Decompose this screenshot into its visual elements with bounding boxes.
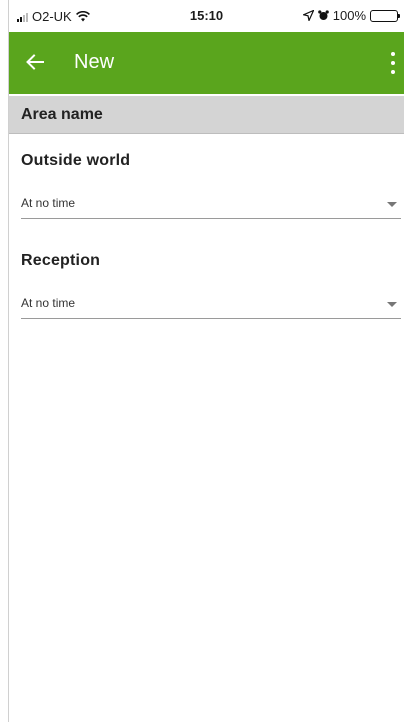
section-header: Area name [9,96,404,134]
battery-percent: 100% [332,8,366,23]
dropdown-value: At no time [21,196,76,210]
app-bar: New [9,32,404,94]
battery-icon [370,9,400,22]
area-time-dropdown[interactable]: At no time [21,192,401,219]
area-title: Reception [21,252,101,269]
caret-down-icon [387,302,397,307]
section-header-label: Area name [21,106,103,123]
page-title: New [74,51,115,73]
dropdown-value: At no time [21,296,76,310]
status-right: 100% [302,8,400,23]
arrow-left-icon[interactable] [23,50,47,74]
status-bar: O2-UK 15:10 100% [9,0,404,32]
more-vertical-icon[interactable] [382,50,404,76]
area-time-dropdown[interactable]: At no time [21,292,401,319]
alarm-icon [317,10,329,20]
phone-screen: O2-UK 15:10 100% New Area name Outside w… [8,0,404,722]
area-title: Outside world [21,152,131,169]
caret-down-icon [387,202,397,207]
location-arrow-icon [302,10,314,21]
